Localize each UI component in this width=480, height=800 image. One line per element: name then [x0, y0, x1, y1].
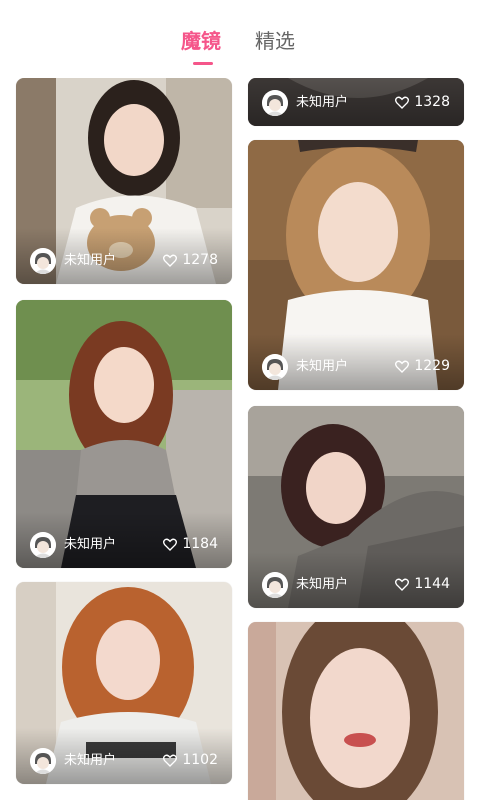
photo-card[interactable]: 未知用户 1278	[16, 78, 232, 284]
card-like-count: 1229	[414, 358, 450, 374]
heart-outline-icon[interactable]	[162, 536, 178, 552]
default-avatar-icon[interactable]	[262, 572, 288, 598]
card-like-count: 1144	[414, 576, 450, 592]
photo-card[interactable]: 未知用户 1328	[248, 78, 464, 126]
card-footer: 未知用户 1184	[16, 522, 232, 568]
photo-card[interactable]: 未知用户 1184	[16, 300, 232, 568]
card-username[interactable]: 未知用户	[64, 536, 116, 554]
top-tab-bar: 魔镜 精选	[0, 0, 480, 78]
card-footer: 未知用户 1328	[248, 80, 464, 126]
card-like-count: 1102	[182, 752, 218, 768]
default-avatar-icon[interactable]	[262, 354, 288, 380]
card-like-count: 1328	[414, 94, 450, 110]
heart-outline-icon[interactable]	[394, 358, 410, 374]
photo-card[interactable]: 未知用户 1229	[248, 140, 464, 390]
heart-outline-icon[interactable]	[394, 576, 410, 592]
card-like-count: 1278	[182, 252, 218, 268]
photo-card[interactable]: 未知用户 1102	[16, 582, 232, 784]
card-username[interactable]: 未知用户	[64, 252, 116, 270]
default-avatar-icon[interactable]	[30, 248, 56, 274]
heart-outline-icon[interactable]	[162, 252, 178, 268]
active-tab-indicator	[193, 62, 213, 65]
tab-jingxuan[interactable]: 精选	[255, 28, 295, 54]
default-avatar-icon[interactable]	[30, 532, 56, 558]
photo-card[interactable]	[248, 622, 464, 800]
heart-outline-icon[interactable]	[162, 752, 178, 768]
card-footer: 未知用户 1102	[16, 738, 232, 784]
card-username[interactable]: 未知用户	[296, 94, 348, 112]
card-photo	[248, 622, 464, 800]
app-root: 魔镜 精选 未知用户 1278 未知用户 1328 未知用户 1229 未知用户…	[0, 0, 480, 800]
tab-mojing[interactable]: 魔镜	[181, 28, 221, 54]
card-footer: 未知用户 1278	[16, 238, 232, 284]
card-username[interactable]: 未知用户	[64, 752, 116, 770]
card-username[interactable]: 未知用户	[296, 358, 348, 376]
card-footer: 未知用户 1144	[248, 562, 464, 608]
photo-card[interactable]: 未知用户 1144	[248, 406, 464, 608]
default-avatar-icon[interactable]	[262, 90, 288, 116]
card-username[interactable]: 未知用户	[296, 576, 348, 594]
default-avatar-icon[interactable]	[30, 748, 56, 774]
card-like-count: 1184	[182, 536, 218, 552]
card-footer: 未知用户 1229	[248, 344, 464, 390]
heart-outline-icon[interactable]	[394, 94, 410, 110]
photo-feed-grid[interactable]: 未知用户 1278 未知用户 1328 未知用户 1229 未知用户 1184 …	[0, 78, 480, 800]
